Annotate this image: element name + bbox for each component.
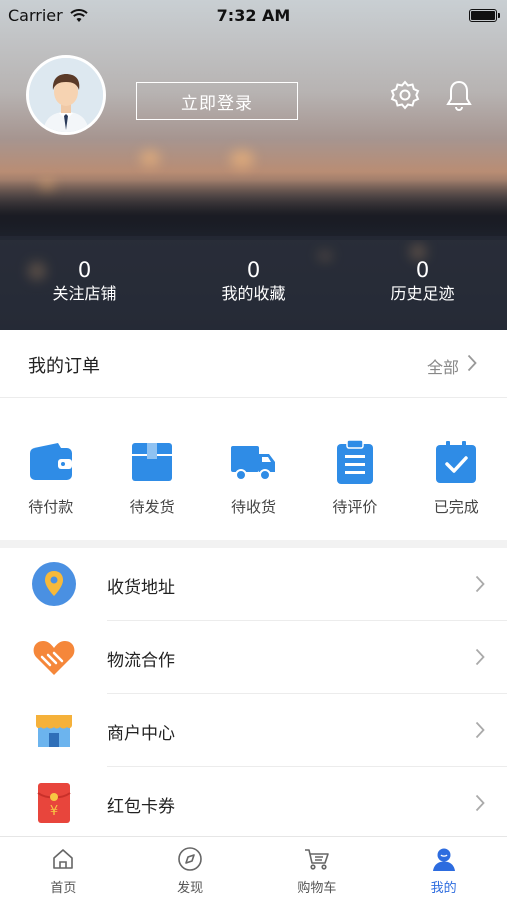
stat-value: 0	[415, 258, 430, 282]
orders-header[interactable]: 我的订单 全部	[0, 330, 507, 398]
order-label: 待发货	[129, 498, 175, 516]
clipboard-icon	[331, 439, 379, 484]
chevron-right-icon	[475, 648, 485, 670]
stat-label: 历史足迹	[390, 284, 455, 303]
menu-label: 商户中心	[107, 724, 175, 744]
stat-label: 关注店铺	[52, 284, 117, 303]
check-clipboard-icon	[432, 440, 480, 484]
stat-label: 我的收藏	[221, 284, 286, 303]
order-label: 待评价	[332, 498, 378, 516]
gear-icon[interactable]	[388, 78, 422, 112]
menu-item-logistics[interactable]: 物流合作	[0, 621, 507, 694]
chevron-right-icon	[467, 354, 477, 376]
wallet-icon	[27, 440, 75, 484]
chevron-right-icon	[475, 575, 485, 597]
tab-label: 购物车	[297, 881, 337, 896]
orders-all-link[interactable]: 全部	[427, 354, 459, 378]
tab-cart[interactable]: 购物车	[254, 837, 381, 900]
compass-icon	[176, 845, 204, 873]
order-label: 已完成	[433, 498, 479, 516]
order-pending-review[interactable]: 待评价	[304, 398, 405, 540]
order-label: 待收货	[230, 498, 276, 516]
order-completed[interactable]: 已完成	[406, 398, 507, 540]
stats-row: 0 关注店铺 0 我的收藏 0 历史足迹	[0, 258, 507, 318]
stat-favorites[interactable]: 0 我的收藏	[169, 258, 338, 318]
menu-item-red-envelope[interactable]: ¥ 红包卡券	[0, 767, 507, 840]
handshake-heart-icon	[32, 635, 76, 679]
tab-label: 首页	[50, 881, 77, 896]
home-icon	[49, 845, 77, 873]
tab-discover[interactable]: 发现	[127, 837, 254, 900]
menu-label: 红包卡券	[107, 797, 175, 817]
battery-icon	[469, 9, 500, 22]
profile-header: Carrier 7:32 AM 立即登录 0 关注店铺 0 我的收藏 0 历史足…	[0, 0, 507, 330]
clock: 7:32 AM	[216, 6, 291, 25]
orders-grid: 待付款 待发货 待收货 待评价 已完成	[0, 398, 507, 540]
chevron-right-icon	[475, 794, 485, 816]
cart-icon	[303, 845, 331, 873]
storefront-icon	[32, 708, 76, 752]
stat-history[interactable]: 0 历史足迹	[338, 258, 507, 318]
package-icon	[128, 440, 176, 484]
menu-item-merchant-center[interactable]: 商户中心	[0, 694, 507, 767]
login-button[interactable]: 立即登录	[136, 82, 298, 120]
tab-bar: 首页 发现 购物车 我的	[0, 836, 507, 900]
svg-text:¥: ¥	[50, 804, 58, 819]
user-icon	[430, 845, 458, 873]
bell-icon[interactable]	[442, 78, 476, 112]
tab-home[interactable]: 首页	[0, 837, 127, 900]
red-envelope-icon: ¥	[32, 781, 76, 825]
chevron-right-icon	[475, 721, 485, 743]
status-bar: Carrier 7:32 AM	[0, 0, 507, 30]
stat-value: 0	[246, 258, 261, 282]
menu-label: 物流合作	[107, 651, 175, 671]
avatar[interactable]	[26, 55, 106, 135]
orders-title: 我的订单	[28, 356, 100, 377]
tab-mine[interactable]: 我的	[380, 837, 507, 900]
truck-icon	[229, 440, 277, 484]
order-label: 待付款	[28, 498, 74, 516]
location-pin-icon	[32, 562, 76, 606]
background-light	[230, 150, 254, 168]
stat-followed-shops[interactable]: 0 关注店铺	[0, 258, 169, 318]
menu-label: 收货地址	[107, 578, 175, 598]
header-skyline	[0, 180, 507, 240]
tab-label: 发现	[177, 881, 204, 896]
menu-item-address[interactable]: 收货地址	[0, 548, 507, 621]
menu-list: 收货地址 物流合作 商户中心 ¥ 红包卡券	[0, 548, 507, 840]
tab-label: 我的	[430, 881, 457, 896]
stat-value: 0	[77, 258, 92, 282]
order-pending-payment[interactable]: 待付款	[0, 398, 101, 540]
order-pending-shipment[interactable]: 待发货	[101, 398, 202, 540]
order-pending-receipt[interactable]: 待收货	[203, 398, 304, 540]
background-light	[140, 150, 160, 166]
